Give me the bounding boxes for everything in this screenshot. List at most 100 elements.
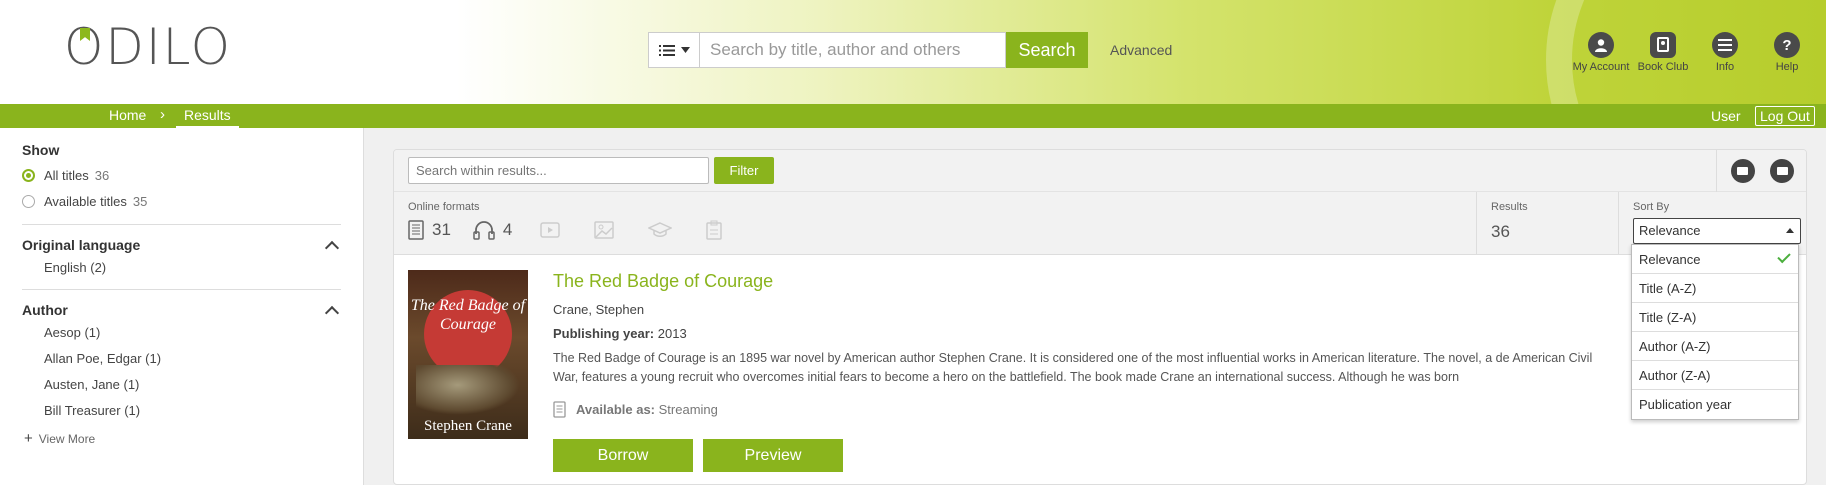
filter-button[interactable]: Filter	[714, 157, 774, 184]
show-title: Show	[22, 142, 60, 158]
facet-item[interactable]: Austen, Jane (1)	[22, 372, 341, 398]
chevron-right-icon: ›	[160, 106, 165, 123]
language-section: Original language English (2)	[22, 225, 341, 290]
sort-option-title-az[interactable]: Title (A-Z)	[1632, 274, 1798, 303]
toolbar-actions	[1716, 150, 1806, 192]
language-title: Original language	[22, 237, 141, 253]
my-account-button[interactable]: My Account	[1570, 32, 1632, 73]
results-label: Results	[1491, 201, 1528, 213]
save-icon[interactable]	[1730, 159, 1755, 183]
sort-option-relevance[interactable]: Relevance	[1632, 245, 1798, 274]
year-label: Publishing year:	[553, 326, 655, 341]
sort-option-publication-year[interactable]: Publication year	[1632, 390, 1798, 419]
help-button[interactable]: ? Help	[1756, 32, 1818, 73]
results-toolbar: Filter	[394, 150, 1806, 192]
search-button[interactable]: Search	[1006, 32, 1088, 68]
sort-option-label: Author (Z-A)	[1639, 368, 1711, 383]
user-icon	[1588, 32, 1614, 58]
my-account-label: My Account	[1572, 61, 1630, 73]
search-bar: Search	[648, 32, 1088, 68]
image-icon	[594, 221, 615, 239]
format-audiobook[interactable]: 4	[473, 220, 512, 240]
search-within-input[interactable]	[408, 157, 709, 184]
sort-label: Sort By	[1633, 201, 1670, 213]
sort-option-author-za[interactable]: Author (Z-A)	[1632, 361, 1798, 390]
info-button[interactable]: Info	[1694, 32, 1756, 73]
sort-option-label: Title (A-Z)	[1639, 281, 1697, 296]
view-more-label: View More	[38, 431, 96, 446]
user-link[interactable]: User	[1711, 108, 1741, 124]
author-section: Author Aesop (1) Allan Poe, Edgar (1) Au…	[22, 290, 341, 447]
book-club-button[interactable]: Book Club	[1632, 32, 1694, 73]
format-image[interactable]	[594, 221, 615, 239]
format-video[interactable]	[540, 222, 561, 238]
radio-label: All titles	[44, 167, 89, 183]
sort-option-title-za[interactable]: Title (Z-A)	[1632, 303, 1798, 332]
menu-icon	[1712, 32, 1738, 58]
radio-all-titles[interactable]: All titles 36	[22, 162, 341, 188]
print-icon[interactable]	[1770, 159, 1795, 183]
radio-button[interactable]	[22, 194, 35, 208]
facet-item[interactable]: Bill Treasurer (1)	[22, 398, 341, 424]
odilo-logo[interactable]: ODILO	[64, 22, 232, 72]
book-title-link[interactable]: The Red Badge of Courage	[553, 271, 773, 292]
year-value: 2013	[657, 326, 687, 341]
facet-item[interactable]: English (2)	[22, 255, 341, 281]
logout-button[interactable]: Log Out	[1755, 106, 1815, 126]
author-title: Author	[22, 302, 68, 318]
author-header[interactable]: Author	[22, 302, 341, 320]
borrow-button[interactable]: Borrow	[553, 439, 693, 472]
breadcrumb-results[interactable]: Results	[176, 104, 239, 128]
sort-option-author-az[interactable]: Author (A-Z)	[1632, 332, 1798, 361]
facet-item[interactable]: Aesop (1)	[22, 320, 341, 346]
sort-option-label: Publication year	[1639, 397, 1732, 412]
preview-button[interactable]: Preview	[703, 439, 843, 472]
book-cover[interactable]: The Red Badge of Courage Stephen Crane	[408, 270, 528, 439]
book-club-icon	[1650, 32, 1676, 58]
sort-select[interactable]: Relevance	[1633, 218, 1801, 244]
book-description: The Red Badge of Courage is an 1895 war …	[553, 351, 1593, 384]
chevron-up-icon[interactable]	[324, 305, 340, 320]
view-more-link[interactable]: + View More	[22, 430, 341, 447]
language-header[interactable]: Original language	[22, 237, 341, 255]
ebook-count: 31	[432, 220, 451, 239]
ebook-icon	[553, 401, 566, 418]
available-value: Streaming	[658, 402, 718, 417]
breadcrumb-home[interactable]: Home	[109, 107, 146, 123]
course-icon	[648, 222, 673, 237]
book-author[interactable]: Crane, Stephen	[553, 302, 644, 317]
radio-label: Available titles	[44, 193, 127, 209]
radio-available-titles[interactable]: Available titles 35	[22, 188, 341, 214]
format-course[interactable]	[648, 222, 673, 238]
check-icon	[1777, 249, 1791, 264]
audiobook-icon	[473, 221, 495, 240]
formats-bar: Online formats 31 4 Results 36 Sort By R…	[394, 192, 1806, 255]
book-club-label: Book Club	[1637, 61, 1689, 73]
filter-sidebar: Show All titles 36 Available titles 35 O…	[0, 128, 364, 485]
sort-dropdown-menu: Relevance Title (A-Z) Title (Z-A) Author…	[1631, 244, 1799, 420]
format-document[interactable]	[706, 220, 723, 240]
top-nav: My Account Book Club Info ? Help	[1570, 32, 1818, 73]
search-input[interactable]	[699, 32, 1006, 68]
video-icon	[540, 222, 561, 238]
chevron-up-icon[interactable]	[324, 240, 340, 255]
help-label: Help	[1775, 61, 1799, 73]
advanced-search-link[interactable]: Advanced	[1110, 42, 1172, 58]
caret-up-icon	[1786, 228, 1794, 233]
search-type-dropdown[interactable]	[648, 32, 699, 68]
radio-count: 36	[94, 167, 110, 183]
breadcrumb: Home › Results User Log Out	[0, 104, 1826, 128]
sort-option-label: Title (Z-A)	[1639, 310, 1697, 325]
plus-icon: +	[24, 430, 33, 447]
formats-label: Online formats	[408, 201, 480, 213]
results-count: 36	[1491, 222, 1510, 241]
book-year: Publishing year: 2013	[553, 326, 687, 341]
audiobook-count: 4	[502, 220, 513, 239]
radio-button-selected[interactable]	[22, 168, 35, 182]
sort-option-label: Relevance	[1639, 252, 1701, 267]
cover-scene	[416, 365, 520, 415]
format-ebook[interactable]: 31	[408, 220, 451, 240]
facet-item[interactable]: Allan Poe, Edgar (1)	[22, 346, 341, 372]
cover-author: Stephen Crane	[424, 418, 512, 434]
show-section: Show All titles 36 Available titles 35	[22, 128, 341, 225]
